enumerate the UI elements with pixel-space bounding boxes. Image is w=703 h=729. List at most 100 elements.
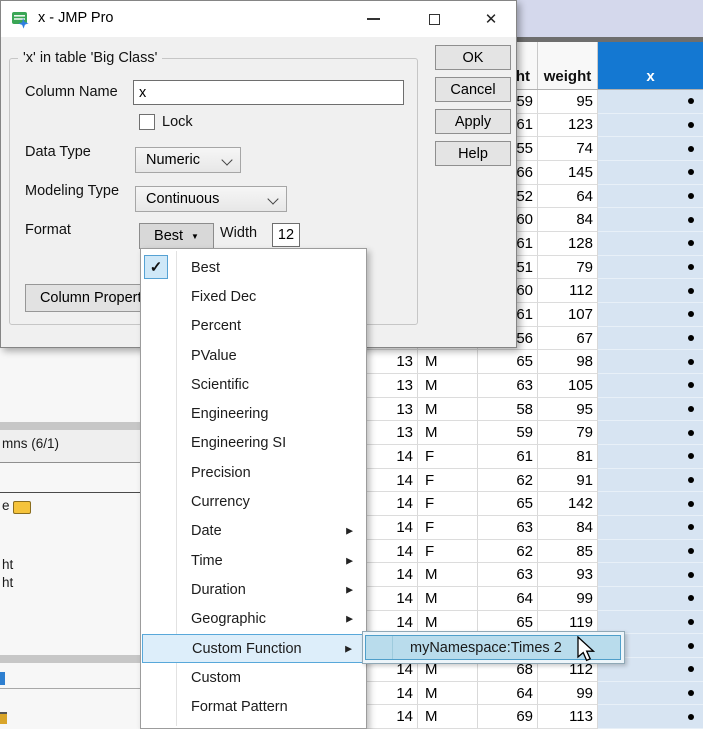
lock-checkbox[interactable]	[139, 114, 155, 130]
cell-x-missing[interactable]	[598, 563, 703, 587]
cell-weight[interactable]: 99	[538, 682, 598, 706]
cell-sex[interactable]: M	[418, 682, 478, 706]
cell-weight[interactable]: 85	[538, 540, 598, 564]
cell-sex[interactable]: F	[418, 516, 478, 540]
cell-x-missing[interactable]	[598, 327, 703, 351]
cell-weight[interactable]: 107	[538, 303, 598, 327]
cell-x-missing[interactable]	[598, 90, 703, 114]
minimize-button[interactable]	[357, 4, 389, 34]
cell-weight[interactable]: 123	[538, 114, 598, 138]
cell-x-missing[interactable]	[598, 540, 703, 564]
cell-height[interactable]: 58	[478, 398, 538, 422]
cell-x-missing[interactable]	[598, 469, 703, 493]
cell-sex[interactable]: F	[418, 540, 478, 564]
cell-height[interactable]: 64	[478, 682, 538, 706]
cell-weight[interactable]: 99	[538, 587, 598, 611]
cell-weight[interactable]: 67	[538, 327, 598, 351]
menu-item-pvalue[interactable]: PValue	[142, 341, 365, 370]
menu-item-fixed-dec[interactable]: Fixed Dec	[142, 282, 365, 311]
cell-weight[interactable]: 98	[538, 350, 598, 374]
cell-x-missing[interactable]	[598, 114, 703, 138]
cell-x-missing[interactable]	[598, 421, 703, 445]
data-type-dropdown[interactable]: Numeric	[135, 147, 241, 173]
cell-weight[interactable]: 79	[538, 256, 598, 280]
menu-item-percent[interactable]: Percent	[142, 312, 365, 341]
cell-weight[interactable]: 113	[538, 705, 598, 729]
columns-panel-header[interactable]: mns (6/1)	[0, 430, 140, 463]
cell-height[interactable]: 65	[478, 350, 538, 374]
cell-x-missing[interactable]	[598, 705, 703, 729]
cell-x-missing[interactable]	[598, 587, 703, 611]
column-header-weight[interactable]: weight	[538, 42, 598, 89]
cell-x-missing[interactable]	[598, 398, 703, 422]
menu-item-geographic[interactable]: Geographic▶	[142, 605, 365, 634]
cell-x-missing[interactable]	[598, 256, 703, 280]
cell-sex[interactable]: F	[418, 469, 478, 493]
cell-weight[interactable]: 95	[538, 90, 598, 114]
menu-item-custom-function[interactable]: Custom Function▶	[142, 634, 365, 663]
cell-height[interactable]: 63	[478, 563, 538, 587]
cell-sex[interactable]: M	[418, 563, 478, 587]
maximize-button[interactable]	[418, 4, 450, 34]
cell-sex[interactable]: M	[418, 374, 478, 398]
cell-sex[interactable]: F	[418, 445, 478, 469]
cell-sex[interactable]: M	[418, 421, 478, 445]
cell-sex[interactable]: M	[418, 398, 478, 422]
cell-weight[interactable]: 91	[538, 469, 598, 493]
cell-height[interactable]: 63	[478, 374, 538, 398]
menu-item-best[interactable]: ✓Best	[142, 253, 365, 282]
cell-weight[interactable]: 84	[538, 208, 598, 232]
help-button[interactable]: Help	[435, 141, 511, 166]
column-item-name[interactable]: e	[2, 498, 10, 513]
cell-height[interactable]: 65	[478, 492, 538, 516]
cell-weight[interactable]: 64	[538, 185, 598, 209]
ok-button[interactable]: OK	[435, 45, 511, 70]
cell-x-missing[interactable]	[598, 137, 703, 161]
cell-sex[interactable]: M	[418, 350, 478, 374]
cell-height[interactable]: 63	[478, 516, 538, 540]
cell-x-missing[interactable]	[598, 303, 703, 327]
cell-x-missing[interactable]	[598, 682, 703, 706]
cancel-button[interactable]: Cancel	[435, 77, 511, 102]
cell-height[interactable]: 61	[478, 445, 538, 469]
cell-height[interactable]: 62	[478, 540, 538, 564]
menu-item-custom[interactable]: Custom	[142, 663, 365, 692]
cell-height[interactable]: 64	[478, 587, 538, 611]
column-item-weight[interactable]: ht	[2, 575, 13, 590]
cell-x-missing[interactable]	[598, 232, 703, 256]
menu-item-currency[interactable]: Currency	[142, 487, 365, 516]
cell-sex[interactable]: F	[418, 492, 478, 516]
cell-height[interactable]: 59	[478, 421, 538, 445]
cell-weight[interactable]: 112	[538, 279, 598, 303]
dialog-titlebar[interactable]: x - JMP Pro ✕	[1, 1, 516, 37]
menu-item-time[interactable]: Time▶	[142, 546, 365, 575]
cell-x-missing[interactable]	[598, 161, 703, 185]
cell-weight[interactable]: 81	[538, 445, 598, 469]
cell-x-missing[interactable]	[598, 185, 703, 209]
modeling-type-dropdown[interactable]: Continuous	[135, 186, 287, 212]
cell-x-missing[interactable]	[598, 350, 703, 374]
column-header-x[interactable]: x	[598, 42, 703, 89]
cell-x-missing[interactable]	[598, 374, 703, 398]
cell-weight[interactable]: 84	[538, 516, 598, 540]
cell-x-missing[interactable]	[598, 208, 703, 232]
menu-item-engineering[interactable]: Engineering	[142, 400, 365, 429]
cell-weight[interactable]: 105	[538, 374, 598, 398]
cell-weight[interactable]: 95	[538, 398, 598, 422]
cell-x-missing[interactable]	[598, 279, 703, 303]
cell-weight[interactable]: 145	[538, 161, 598, 185]
cell-weight[interactable]: 74	[538, 137, 598, 161]
cell-sex[interactable]: M	[418, 705, 478, 729]
menu-item-precision[interactable]: Precision	[142, 458, 365, 487]
menu-item-duration[interactable]: Duration▶	[142, 575, 365, 604]
apply-button[interactable]: Apply	[435, 109, 511, 134]
cell-weight[interactable]: 128	[538, 232, 598, 256]
width-input[interactable]: 12	[272, 223, 300, 247]
column-item-height[interactable]: ht	[2, 557, 13, 572]
close-button[interactable]: ✕	[475, 4, 507, 34]
column-name-input[interactable]: x	[133, 80, 404, 105]
cell-x-missing[interactable]	[598, 516, 703, 540]
cell-weight[interactable]: 93	[538, 563, 598, 587]
cell-x-missing[interactable]	[598, 492, 703, 516]
menu-item-date[interactable]: Date▶	[142, 517, 365, 546]
